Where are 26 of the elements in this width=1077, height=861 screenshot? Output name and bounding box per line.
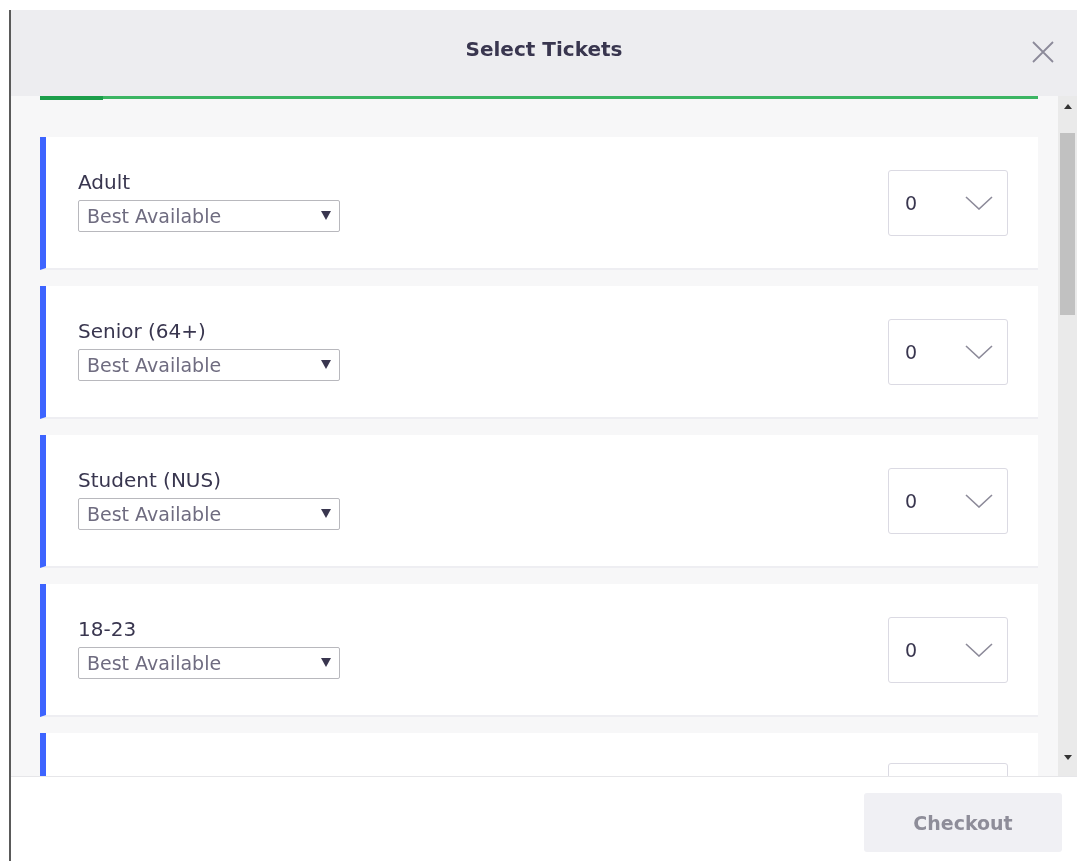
ticket-name: Student (NUS): [78, 467, 222, 492]
scrollbar-thumb[interactable]: [1060, 133, 1075, 315]
ticket-name: Adult: [78, 169, 132, 194]
quantity-dropdown[interactable]: 0: [888, 318, 1008, 385]
dropdown-arrow-icon: [321, 509, 331, 518]
scrollbar[interactable]: [1058, 96, 1077, 776]
quantity-dropdown[interactable]: 0: [888, 616, 1008, 683]
seating-dropdown[interactable]: Best Available: [78, 199, 340, 232]
quantity-dropdown[interactable]: 0: [888, 467, 1008, 534]
ticket-name: Senior (64+): [78, 318, 207, 343]
seating-dropdown[interactable]: Best Available: [78, 348, 340, 381]
scroll-up-icon[interactable]: [1063, 104, 1072, 109]
quantity-dropdown[interactable]: 0: [888, 169, 1008, 236]
seating-dropdown[interactable]: Best Available: [78, 646, 340, 679]
chevron-down-icon: [965, 195, 993, 210]
seating-dropdown[interactable]: Best Available: [78, 497, 340, 530]
chevron-down-icon: [965, 493, 993, 508]
scroll-down-icon[interactable]: [1063, 755, 1072, 760]
chevron-down-icon: [965, 344, 993, 359]
chevron-down-icon: [965, 642, 993, 657]
dropdown-arrow-icon: [321, 360, 331, 369]
checkout-button: Checkout: [864, 793, 1062, 852]
ticket-name: 18-23: [78, 616, 138, 641]
dropdown-arrow-icon: [321, 211, 331, 220]
dialog-title: Select Tickets: [465, 37, 623, 63]
dropdown-arrow-icon: [321, 658, 331, 667]
